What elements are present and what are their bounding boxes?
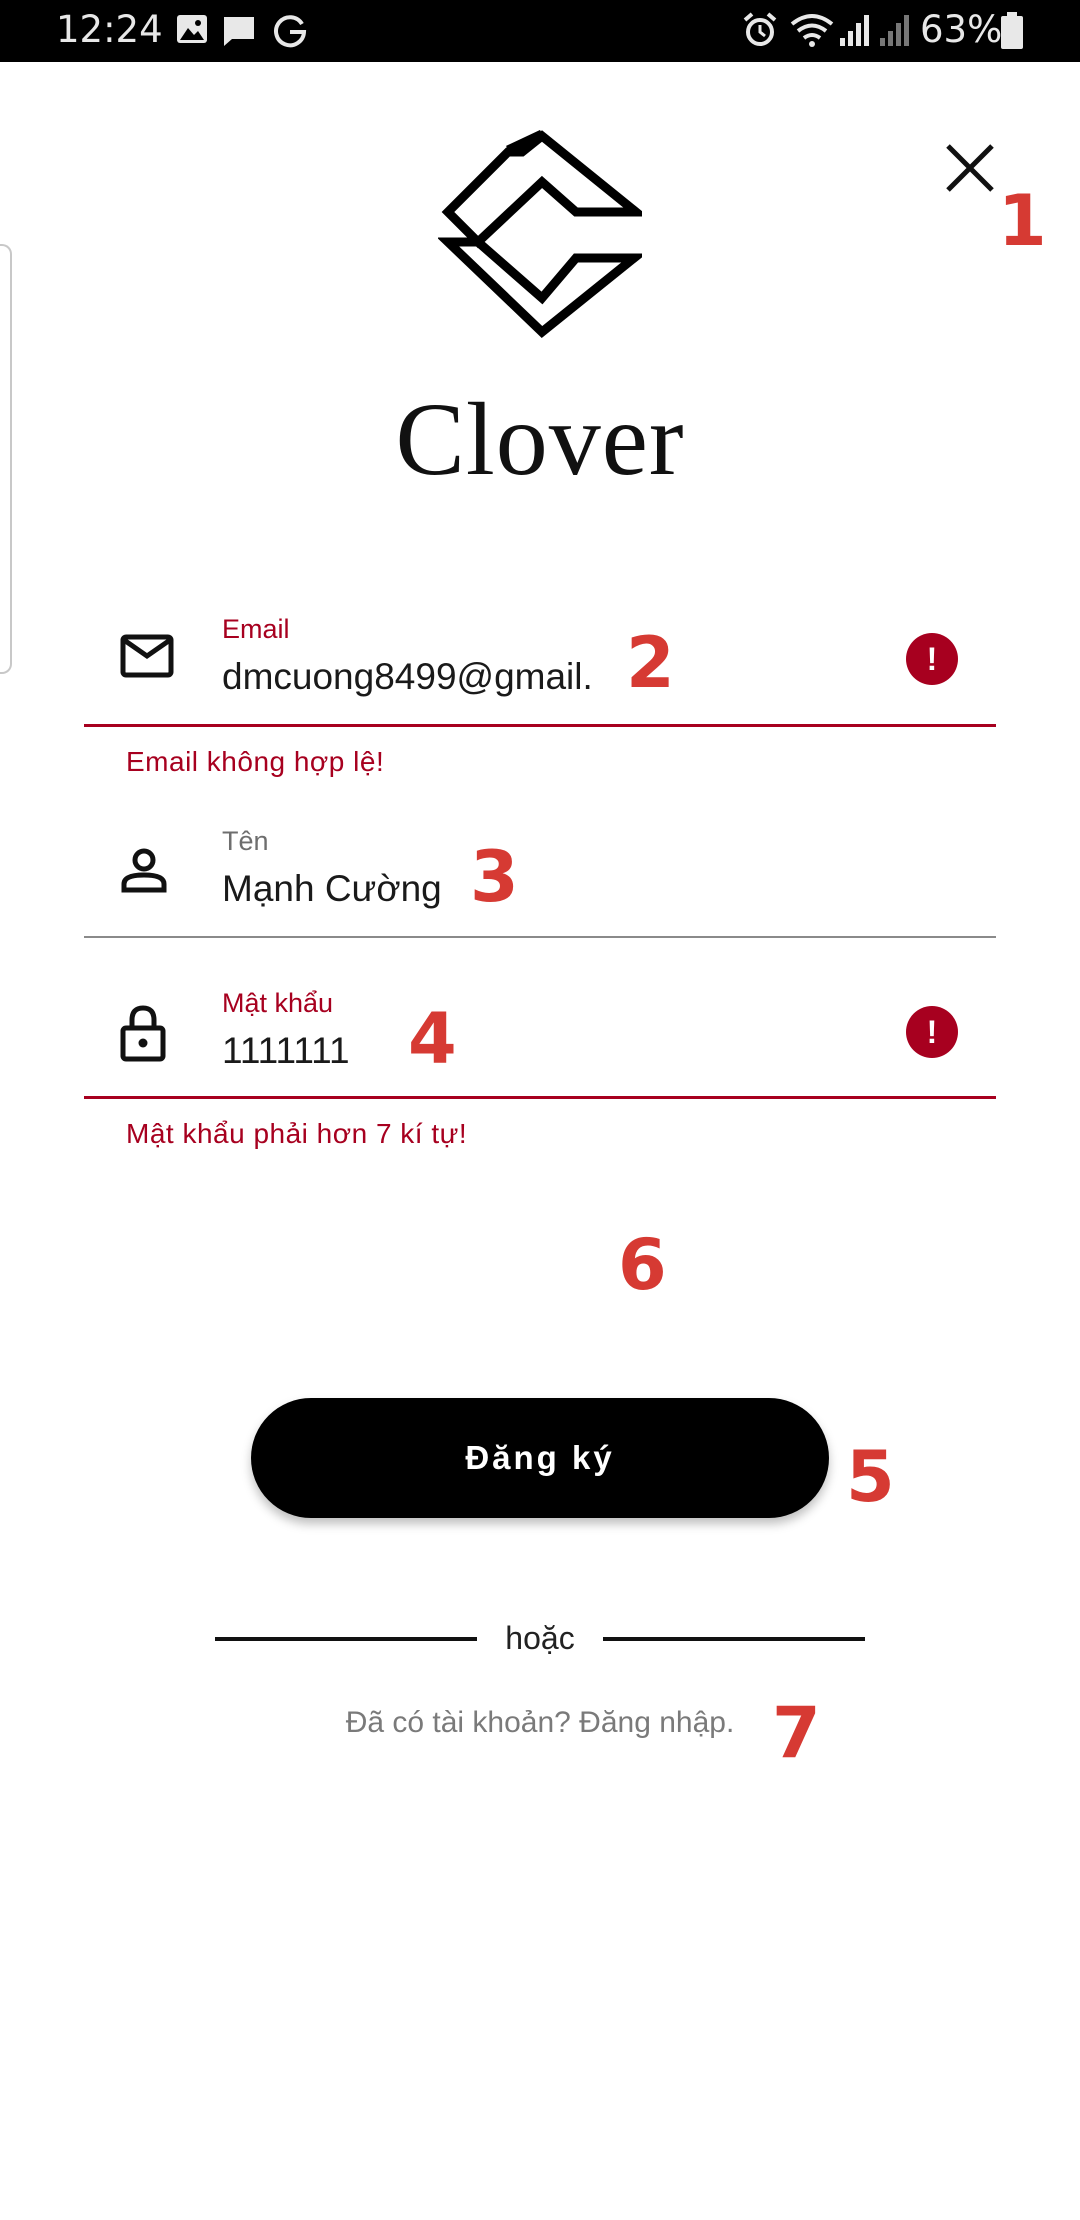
g-icon — [274, 15, 307, 48]
wifi-icon — [790, 14, 834, 47]
signal-icon — [880, 15, 909, 46]
annotation-4: 4 — [408, 998, 457, 1080]
name-input[interactable]: Mạnh Cường — [222, 868, 442, 910]
error-icon: ! — [906, 633, 958, 685]
brand-name: Clover — [395, 382, 685, 497]
password-label: Mật khẩu — [222, 988, 334, 1018]
person-icon — [121, 848, 167, 893]
email-underline — [84, 724, 996, 727]
message-icon — [224, 17, 254, 46]
divider-line-right — [603, 1637, 865, 1641]
mail-icon — [120, 634, 174, 678]
annotation-5: 5 — [846, 1436, 895, 1518]
email-field[interactable]: Email dmcuong8499@gmail. ! — [84, 600, 996, 730]
password-field[interactable]: Mật khẩu 1111111 ! — [84, 970, 996, 1100]
status-bar: 12:24 63% — [0, 0, 1080, 62]
login-link[interactable]: Đã có tài khoản? Đăng nhập. — [300, 1706, 780, 1740]
annotation-7: 7 — [772, 1692, 821, 1774]
password-underline — [84, 1096, 996, 1099]
close-icon[interactable] — [940, 138, 1000, 198]
status-time: 12:24 — [56, 8, 163, 51]
battery-percent: 63% — [920, 8, 1003, 51]
password-error-text: Mật khẩu phải hơn 7 kí tự! — [126, 1118, 468, 1149]
divider-line-left — [215, 1637, 477, 1641]
error-icon: ! — [906, 1006, 958, 1058]
name-underline — [84, 936, 996, 938]
signal-icon — [840, 15, 869, 46]
alarm-icon — [743, 12, 777, 46]
name-field[interactable]: Tên Mạnh Cường — [84, 810, 996, 940]
annotation-1: 1 — [998, 180, 1047, 262]
password-input[interactable]: 1111111 — [222, 1030, 350, 1072]
annotation-3: 3 — [470, 836, 519, 918]
annotation-2: 2 — [626, 622, 675, 704]
divider-text: hoặc — [505, 1620, 575, 1656]
signup-button[interactable]: Đăng ký — [251, 1398, 829, 1518]
image-icon — [177, 15, 207, 43]
name-label: Tên — [222, 826, 269, 856]
lock-icon — [120, 1005, 166, 1062]
email-input[interactable]: dmcuong8499@gmail. — [222, 656, 593, 698]
email-error-text: Email không hợp lệ! — [126, 746, 385, 777]
clover-logo — [438, 130, 642, 338]
battery-icon — [1001, 12, 1023, 49]
annotation-6: 6 — [618, 1224, 667, 1306]
email-label: Email — [222, 614, 290, 644]
